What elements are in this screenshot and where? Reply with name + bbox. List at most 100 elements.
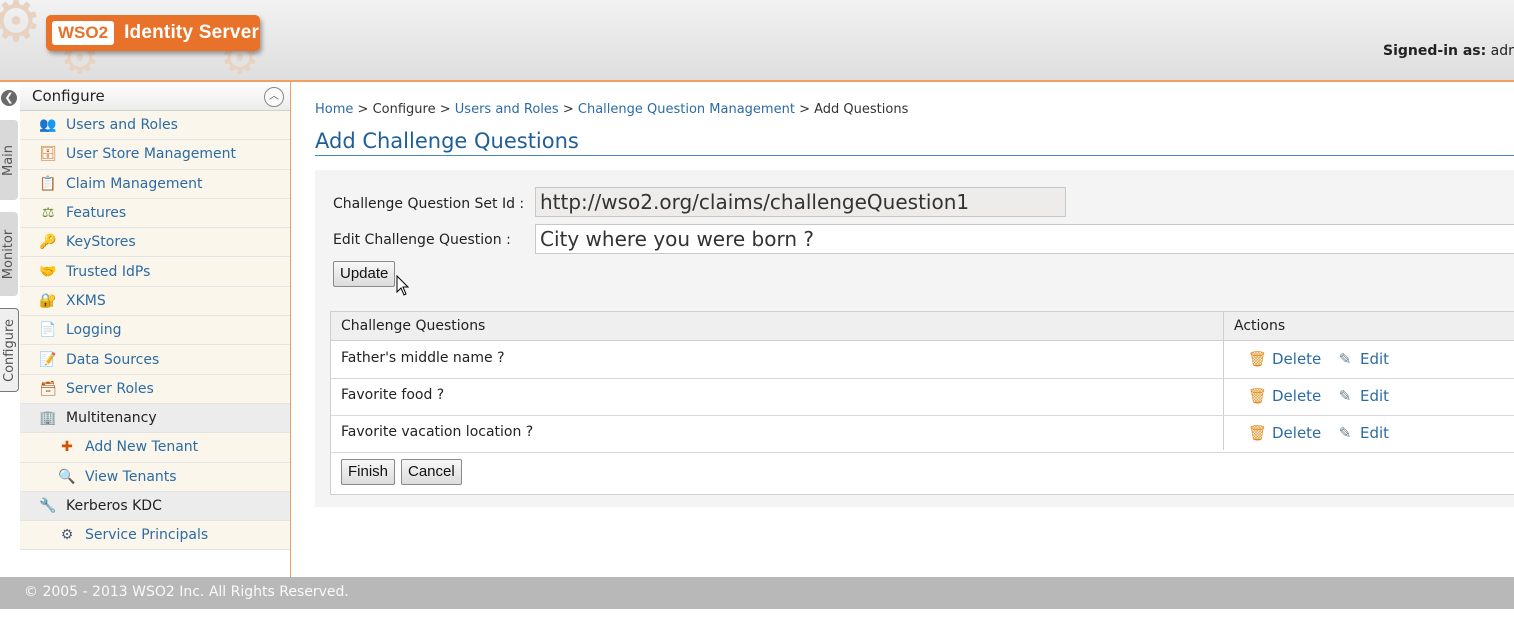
sidebar-item-data-sources[interactable]: 📝 Data Sources	[20, 345, 290, 375]
column-header-questions: Challenge Questions	[341, 318, 486, 334]
sidebar-item-trusted-idps[interactable]: 🤝 Trusted IdPs	[20, 257, 290, 287]
sidebar-item-xkms[interactable]: 🔐 XKMS	[20, 286, 290, 317]
sidebar-item-add-new-tenant[interactable]: ✚ Add New Tenant	[20, 433, 290, 463]
challenge-questions-table: Challenge Questions Actions Father's mid…	[330, 311, 1514, 495]
page-title: Add Challenge Questions	[315, 127, 1514, 156]
claim-icon: 📋	[39, 175, 57, 192]
edit-pencil-icon: ✎	[1338, 424, 1352, 442]
sidebar-item-label: Data Sources	[66, 351, 160, 368]
collapse-up-icon[interactable]: ︿	[264, 87, 284, 107]
edit-pencil-icon: ✎	[1338, 350, 1352, 368]
breadcrumb-challenge-question-management[interactable]: Challenge Question Management	[578, 102, 795, 117]
sidebar-item-label: Service Principals	[85, 527, 209, 544]
question-text: Favorite vacation location ?	[341, 424, 534, 440]
tab-main-label: Main	[1, 144, 17, 176]
sidebar-item-label: Features	[66, 205, 127, 222]
table-row: Favorite vacation location ? 🗑 Delete ✎ Edit	[331, 415, 1514, 453]
delete-link[interactable]: 🗑 Delete	[1248, 424, 1321, 442]
logo-brand: WSO2	[52, 21, 115, 45]
delete-link[interactable]: 🗑 Delete	[1248, 387, 1321, 405]
breadcrumb-current: Add Questions	[814, 102, 909, 117]
tab-main[interactable]: Main	[0, 120, 18, 200]
sidebar-title: Configure	[32, 87, 105, 105]
sidebar-item-kerberos-kdc: 🔧 Kerberos KDC	[20, 491, 290, 522]
breadcrumb-configure: Configure	[372, 102, 436, 117]
tab-configure-label: Configure	[1, 318, 17, 382]
edit-label: Edit	[1360, 424, 1390, 442]
sidebar-item-service-principals[interactable]: ⚙ Service Principals	[20, 521, 290, 551]
sidebar-item-label: Server Roles	[66, 380, 154, 397]
wso2-logo[interactable]: WSO2 Identity Server	[46, 15, 260, 51]
table-row: Favorite food ? 🗑 Delete ✎ Edit	[331, 378, 1514, 416]
gear-decoration-icon: ⚙	[0, 0, 42, 50]
service-principals-icon: ⚙	[60, 527, 74, 544]
form-panel: Challenge Question Set Id : http://wso2.…	[315, 170, 1514, 507]
add-tenant-icon: ✚	[61, 439, 73, 456]
main-content: Home > Configure > Users and Roles > Cha…	[315, 82, 1514, 577]
delete-label: Delete	[1272, 387, 1322, 405]
users-icon: 👥	[39, 117, 57, 134]
tab-monitor[interactable]: Monitor	[0, 212, 18, 296]
sidebar-item-label: Claim Management	[66, 175, 203, 192]
sidebar-item-multitenancy: 🏢 Multitenancy	[20, 403, 290, 434]
delete-label: Delete	[1272, 424, 1322, 442]
table-header: Challenge Questions Actions	[331, 312, 1514, 341]
table-row: Father's middle name ? 🗑 Delete ✎ Edit	[331, 341, 1514, 379]
view-tenants-icon: 🔍	[58, 468, 76, 485]
finish-button[interactable]: Finish	[341, 459, 396, 485]
sidebar-item-label: Logging	[66, 322, 122, 339]
edit-link[interactable]: ✎ Edit	[1336, 424, 1389, 442]
sidebar-item-user-store-management[interactable]: 🗄 User Store Management	[20, 140, 290, 170]
sidebar-item-label: Kerberos KDC	[66, 498, 162, 514]
question-text: Father's middle name ?	[341, 350, 505, 366]
kerberos-icon: 🔧	[39, 498, 57, 514]
breadcrumb-separator: >	[439, 102, 451, 117]
xkms-icon: 🔐	[39, 292, 57, 309]
sidebar-item-label: View Tenants	[85, 468, 177, 485]
cancel-button[interactable]: Cancel	[401, 459, 462, 485]
edit-link[interactable]: ✎ Edit	[1336, 350, 1389, 368]
logging-icon: 📄	[39, 322, 57, 339]
sidebar-item-users-and-roles[interactable]: 👥 Users and Roles	[20, 111, 290, 141]
trash-icon: 🗑	[1248, 387, 1268, 405]
vertical-tabs: ❮ Main Monitor Configure	[0, 82, 21, 577]
sidebar-item-label: Add New Tenant	[85, 439, 199, 456]
column-header-actions: Actions	[1234, 318, 1286, 334]
sidebar-item-label: Trusted IdPs	[66, 263, 151, 280]
sidebar-item-claim-management[interactable]: 📋 Claim Management	[20, 169, 290, 199]
signed-in-label: Signed-in as:	[1383, 43, 1487, 59]
sidebar-item-server-roles[interactable]: 🗃 Server Roles	[20, 374, 290, 404]
sidebar-item-label: XKMS	[66, 292, 106, 309]
trash-icon: 🗑	[1248, 350, 1268, 368]
set-id-field[interactable]: http://wso2.org/claims/challengeQuestion…	[535, 187, 1066, 217]
sidebar-item-label: Multitenancy	[66, 410, 157, 427]
logo-product: Identity Server	[124, 22, 260, 43]
header: ⚙ ⚙ ⚙ WSO2 Identity Server Signed-in as:…	[0, 0, 1514, 82]
server-roles-icon: 🗃	[39, 380, 57, 397]
sidebar-item-keystores[interactable]: 🔑 KeyStores	[20, 228, 290, 258]
breadcrumb: Home > Configure > Users and Roles > Cha…	[315, 102, 908, 117]
delete-link[interactable]: 🗑 Delete	[1248, 350, 1321, 368]
breadcrumb-separator: >	[562, 102, 574, 117]
sidebar-item-view-tenants[interactable]: 🔍 View Tenants	[20, 462, 290, 492]
chevron-left-icon[interactable]: ❮	[1, 90, 17, 106]
footer: © 2005 - 2013 WSO2 Inc. All Rights Reser…	[0, 577, 1514, 609]
trash-icon: 🗑	[1248, 424, 1268, 442]
edit-link[interactable]: ✎ Edit	[1336, 387, 1389, 405]
edit-question-field[interactable]: City where you were born ?	[535, 224, 1514, 254]
update-button[interactable]: Update	[333, 261, 396, 287]
question-text: Favorite food ?	[341, 387, 445, 403]
sidebar-header: Configure ︿	[20, 82, 290, 111]
sidebar-item-label: KeyStores	[66, 234, 136, 251]
breadcrumb-separator: >	[799, 102, 810, 117]
sidebar-item-logging[interactable]: 📄 Logging	[20, 316, 290, 346]
features-icon: ⚖	[41, 205, 55, 222]
data-sources-icon: 📝	[39, 351, 57, 368]
breadcrumb-home[interactable]: Home	[315, 102, 353, 117]
sidebar-item-features[interactable]: ⚖ Features	[20, 198, 290, 229]
sidebar: Configure ︿ 👥 Users and Roles 🗄 User Store …	[20, 82, 291, 577]
delete-label: Delete	[1272, 350, 1322, 368]
user-store-icon: 🗄	[39, 146, 57, 163]
tab-configure[interactable]: Configure	[0, 308, 19, 392]
breadcrumb-users-roles[interactable]: Users and Roles	[455, 102, 559, 117]
